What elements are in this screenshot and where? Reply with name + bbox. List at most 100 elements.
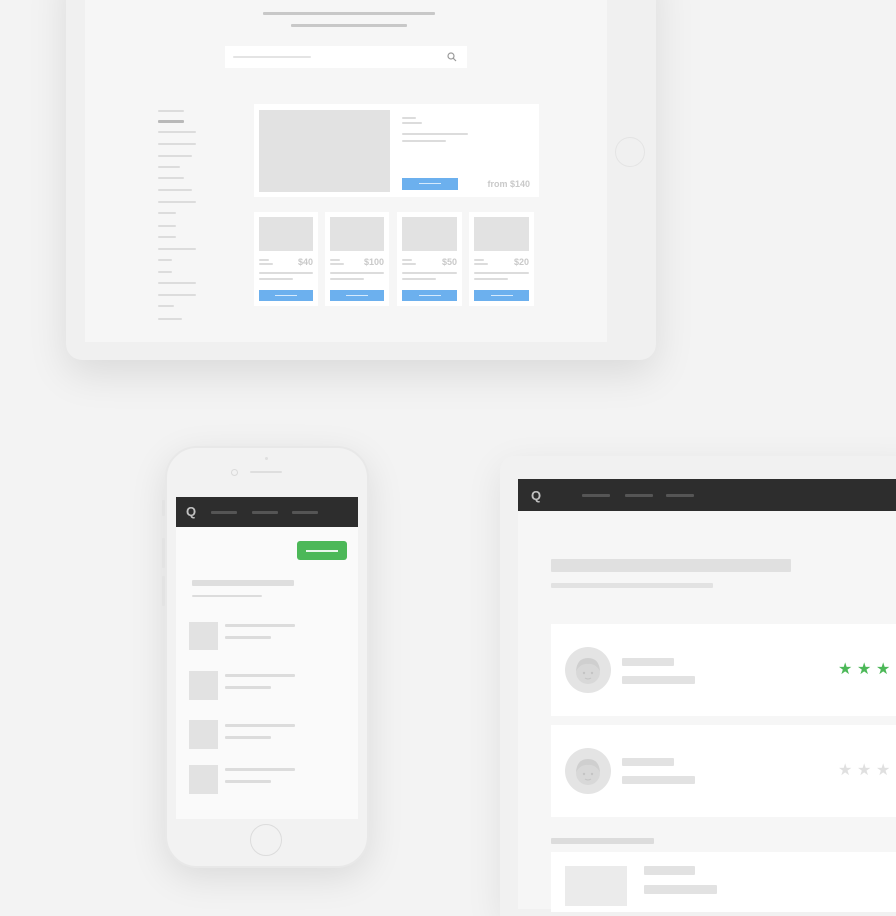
phone-title-line xyxy=(192,580,294,586)
phone-list-subtitle xyxy=(225,636,271,639)
product-buy-button[interactable] xyxy=(330,290,384,301)
featured-buy-button[interactable] xyxy=(402,178,458,190)
sidebar-item[interactable] xyxy=(158,236,176,238)
product-buy-button[interactable] xyxy=(259,290,313,301)
product-price: $100 xyxy=(363,257,384,267)
sidebar-item-active[interactable] xyxy=(158,120,184,123)
product-name-line xyxy=(330,263,344,265)
tablet-home-button[interactable] xyxy=(615,137,645,167)
product-card[interactable]: $20 xyxy=(469,212,534,306)
phone-side-button xyxy=(162,500,165,516)
product-image xyxy=(402,217,457,251)
phone-logo[interactable]: Q xyxy=(186,504,196,519)
product-desc-line xyxy=(259,278,293,280)
review-summary-line xyxy=(622,676,695,684)
star-icon-empty: ★ xyxy=(857,762,872,779)
star-icon-filled: ★ xyxy=(876,661,891,678)
phone-volume-down xyxy=(162,576,165,606)
phone-list-title[interactable] xyxy=(225,768,295,771)
product-name-line xyxy=(474,259,484,261)
review-card[interactable]: ★ ★ ★ xyxy=(551,725,896,817)
product-card[interactable]: $100 xyxy=(325,212,389,306)
sidebar-item[interactable] xyxy=(158,225,176,227)
phone-list-title[interactable] xyxy=(225,724,295,727)
sidebar-item[interactable] xyxy=(158,271,172,273)
sidebar-item[interactable] xyxy=(158,201,196,203)
tablet-search-input[interactable] xyxy=(225,46,467,68)
product-price: $20 xyxy=(513,257,529,267)
featured-price: from $140 xyxy=(487,179,530,189)
reviewer-name-line xyxy=(622,658,674,666)
star-icon-filled: ★ xyxy=(838,661,853,678)
user-face-icon xyxy=(576,658,600,684)
product-card[interactable]: $40 xyxy=(254,212,318,306)
product-buy-button[interactable] xyxy=(402,290,457,301)
sidebar-item[interactable] xyxy=(158,318,182,320)
desktop-subtitle-line xyxy=(551,583,713,588)
product-name-line xyxy=(259,259,269,261)
product-name-line xyxy=(402,263,416,265)
phone-list-title[interactable] xyxy=(225,674,295,677)
sidebar-item[interactable] xyxy=(158,131,196,133)
desktop-logo[interactable]: Q xyxy=(531,488,541,503)
sidebar-item[interactable] xyxy=(158,155,192,157)
phone-navbar: Q xyxy=(176,497,358,527)
phone-camera xyxy=(231,469,238,476)
featured-product-card[interactable]: from $140 xyxy=(254,104,539,197)
phone-list-title[interactable] xyxy=(225,624,295,627)
sidebar-item[interactable] xyxy=(158,110,184,112)
sidebar-item[interactable] xyxy=(158,305,174,307)
product-desc-line xyxy=(259,272,313,274)
sidebar-item[interactable] xyxy=(158,294,196,296)
product-desc-line xyxy=(402,272,457,274)
desktop-nav-item[interactable] xyxy=(666,494,694,497)
sidebar-item[interactable] xyxy=(158,212,176,214)
review-card[interactable]: ★ ★ ★ xyxy=(551,624,896,716)
phone-list-subtitle xyxy=(225,736,271,739)
phone-speaker xyxy=(250,471,282,473)
reviewer-avatar xyxy=(565,647,611,693)
product-desc-line xyxy=(402,278,436,280)
phone-subtitle-line xyxy=(192,595,262,597)
sidebar-item[interactable] xyxy=(158,143,196,145)
star-icon-empty: ★ xyxy=(838,762,853,779)
review-summary-line xyxy=(622,776,695,784)
phone-list-subtitle xyxy=(225,780,271,783)
product-name-line xyxy=(402,259,412,261)
search-icon[interactable] xyxy=(447,52,457,62)
product-name-line xyxy=(259,263,273,265)
sidebar-item[interactable] xyxy=(158,189,192,191)
desktop-nav-item[interactable] xyxy=(582,494,610,497)
desktop-title-line xyxy=(551,559,791,572)
product-card[interactable]: $50 xyxy=(397,212,462,306)
reviewer-name-line xyxy=(622,758,674,766)
phone-nav-item[interactable] xyxy=(252,511,278,514)
reviewer-avatar xyxy=(565,748,611,794)
desktop-item-card[interactable] xyxy=(551,852,896,912)
sidebar-item[interactable] xyxy=(158,259,172,261)
phone-action-label-line xyxy=(306,549,338,552)
desktop-item-subtitle-line xyxy=(644,885,717,894)
featured-title-line xyxy=(402,117,416,119)
sidebar-item[interactable] xyxy=(158,248,196,250)
desktop-item-title-line xyxy=(644,866,695,875)
phone-list-subtitle xyxy=(225,686,271,689)
phone-sensor xyxy=(265,457,268,460)
star-icon-filled: ★ xyxy=(857,661,872,678)
featured-desc-line xyxy=(402,140,446,142)
sidebar-item[interactable] xyxy=(158,166,180,168)
sidebar-item[interactable] xyxy=(158,282,196,284)
product-price: $40 xyxy=(297,257,313,267)
product-image xyxy=(259,217,313,251)
phone-list-thumbnail xyxy=(189,765,218,794)
phone-action-button[interactable] xyxy=(297,541,347,560)
product-desc-line xyxy=(474,272,529,274)
phone-volume-up xyxy=(162,538,165,568)
desktop-nav-item[interactable] xyxy=(625,494,653,497)
sidebar-item[interactable] xyxy=(158,177,184,179)
search-placeholder-line xyxy=(233,56,311,58)
phone-nav-item[interactable] xyxy=(292,511,318,514)
product-buy-button[interactable] xyxy=(474,290,529,301)
phone-home-button[interactable] xyxy=(250,824,282,856)
phone-nav-item[interactable] xyxy=(211,511,237,514)
